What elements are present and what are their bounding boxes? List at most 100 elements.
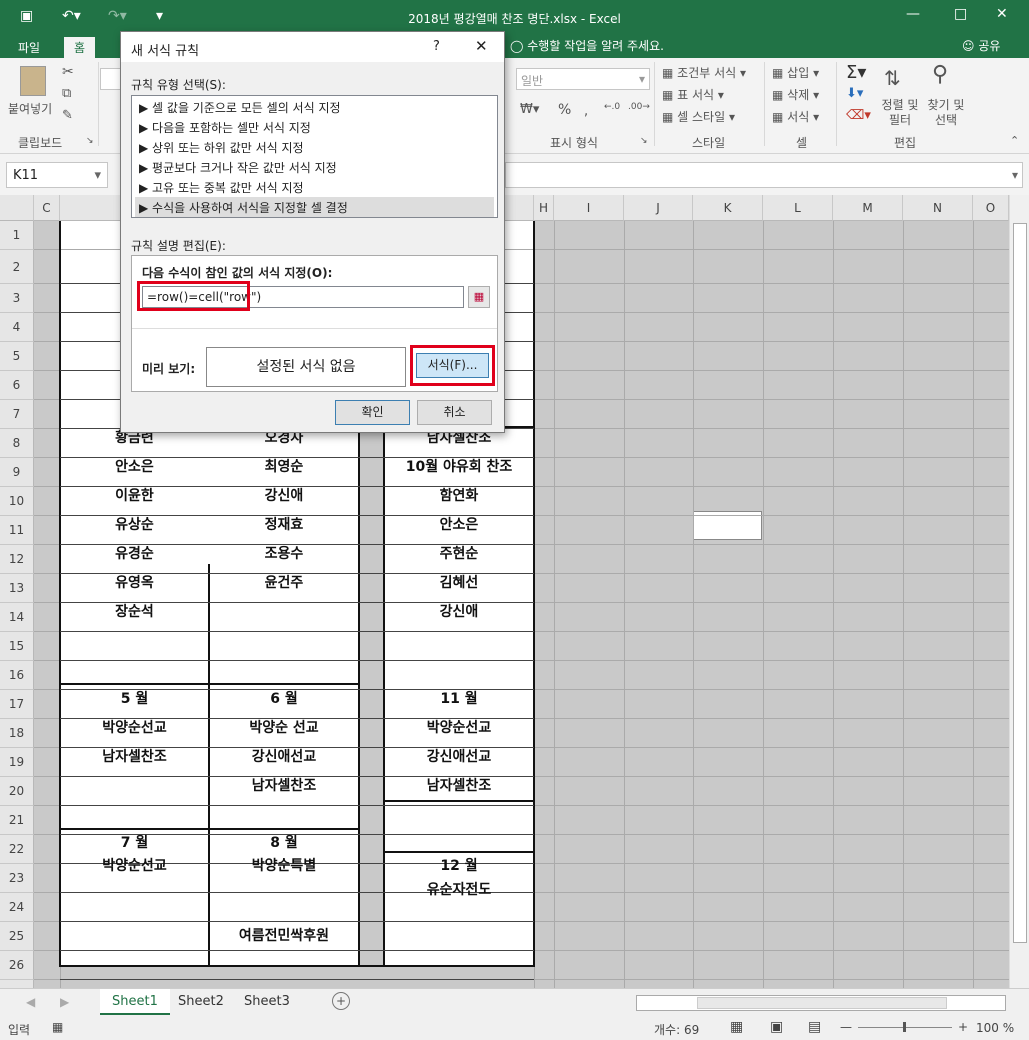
macro-record-icon[interactable]: ▦ bbox=[52, 1020, 63, 1034]
sheet-tab-sheet2[interactable]: Sheet2 bbox=[166, 989, 236, 1015]
cell-col3-r12[interactable]: 주현순 bbox=[384, 543, 534, 563]
rule-type-item[interactable]: ▶ 평균보다 크거나 작은 값만 서식 지정 bbox=[135, 157, 494, 177]
cell-col1-r14[interactable]: 장순석 bbox=[60, 601, 209, 621]
row-header[interactable]: 27 bbox=[0, 980, 34, 988]
rule-type-item[interactable]: ▶ 고유 또는 중복 값만 서식 지정 bbox=[135, 177, 494, 197]
row-header[interactable]: 9 bbox=[0, 458, 34, 487]
column-header[interactable]: L bbox=[763, 195, 833, 221]
font-name-combo[interactable] bbox=[100, 68, 122, 90]
cell-col2-r22[interactable]: 8 월 bbox=[209, 832, 359, 852]
row-header[interactable]: 7 bbox=[0, 400, 34, 429]
row-header[interactable]: 8 bbox=[0, 429, 34, 458]
percent-icon[interactable]: % bbox=[558, 102, 571, 118]
cell-col1-r22[interactable]: 7 월 bbox=[60, 832, 209, 852]
zoom-slider[interactable] bbox=[858, 1022, 952, 1032]
cell-col1-r10[interactable]: 이윤한 bbox=[60, 485, 209, 505]
row-header[interactable]: 3 bbox=[0, 284, 34, 313]
cell-col1-r19[interactable]: 남자셀찬조 bbox=[60, 746, 209, 766]
format-as-table-button[interactable]: ▦ 표 서식 ▾ bbox=[662, 86, 724, 103]
row-header[interactable]: 6 bbox=[0, 371, 34, 400]
row-header[interactable]: 19 bbox=[0, 748, 34, 777]
cell-col2-r9[interactable]: 최영순 bbox=[209, 456, 359, 476]
sort-filter-icon[interactable]: ⇅ bbox=[884, 66, 901, 90]
column-header[interactable]: J bbox=[624, 195, 693, 221]
cell-col1-r12[interactable]: 유경순 bbox=[60, 543, 209, 563]
find-icon[interactable]: ⚲ bbox=[932, 62, 948, 87]
comma-icon[interactable]: , bbox=[584, 104, 588, 119]
insert-button[interactable]: ▦ 삽입 ▾ bbox=[772, 64, 819, 81]
zoom-out-icon[interactable]: — bbox=[840, 1020, 852, 1034]
row-header[interactable]: 20 bbox=[0, 777, 34, 806]
cell-col3-r20[interactable]: 남자셀찬조 bbox=[384, 775, 534, 795]
paste-icon[interactable] bbox=[20, 66, 46, 96]
cell-col2-r19[interactable]: 강신애선교 bbox=[209, 746, 359, 766]
column-header[interactable]: I bbox=[554, 195, 624, 221]
column-header[interactable]: N bbox=[903, 195, 973, 221]
currency-icon[interactable]: ₩▾ bbox=[520, 102, 539, 117]
rule-type-item[interactable]: ▶ 다음을 포함하는 셀만 서식 지정 bbox=[135, 117, 494, 137]
select-all-corner[interactable] bbox=[0, 195, 34, 221]
cell-col2-r13[interactable]: 윤건주 bbox=[209, 572, 359, 592]
format-painter-icon[interactable]: ✎ bbox=[62, 108, 73, 123]
cell-col2-r17[interactable]: 6 월 bbox=[209, 688, 359, 708]
row-header[interactable]: 24 bbox=[0, 893, 34, 922]
fill-icon[interactable]: ⬇▾ bbox=[846, 86, 863, 101]
find-select-button[interactable]: 찾기 및 선택 bbox=[922, 98, 970, 128]
cell-col3-r14[interactable]: 강신애 bbox=[384, 601, 534, 621]
column-header[interactable]: C bbox=[34, 195, 60, 221]
row-header[interactable]: 14 bbox=[0, 603, 34, 632]
cell-col1-r11[interactable]: 유상순 bbox=[60, 514, 209, 534]
page-break-icon[interactable]: ▤ bbox=[808, 1019, 821, 1035]
row-header[interactable]: 18 bbox=[0, 719, 34, 748]
ok-button[interactable]: 확인 bbox=[335, 400, 410, 425]
cell-col3-r13[interactable]: 김혜선 bbox=[384, 572, 534, 592]
sheet-tab-sheet1[interactable]: Sheet1 bbox=[100, 989, 170, 1015]
column-header[interactable]: M bbox=[833, 195, 903, 221]
cell-col3-r24[interactable]: 유순자전도 bbox=[384, 879, 534, 899]
cell-col3-r19[interactable]: 강신애선교 bbox=[384, 746, 534, 766]
rule-type-list[interactable]: ▶ 셀 값을 기준으로 모든 셀의 서식 지정 ▶ 다음을 포함하는 셀만 서식… bbox=[131, 95, 498, 218]
cell-col2-r23[interactable]: 박양순특별 bbox=[209, 855, 359, 875]
cell-col1-r23[interactable]: 박양순선교 bbox=[60, 855, 209, 875]
row-header[interactable]: 16 bbox=[0, 661, 34, 690]
cell-col1-r17[interactable]: 5 월 bbox=[60, 688, 209, 708]
scroll-left-icon[interactable]: ◀ bbox=[26, 995, 35, 1009]
row-header[interactable]: 2 bbox=[0, 250, 34, 284]
copy-icon[interactable]: ⧉ bbox=[62, 86, 71, 101]
row-header[interactable]: 25 bbox=[0, 922, 34, 951]
tab-file[interactable]: 파일 bbox=[8, 37, 50, 58]
cell-col1-r18[interactable]: 박양순선교 bbox=[60, 717, 209, 737]
zoom-level[interactable]: 100 % bbox=[976, 1021, 1014, 1035]
cell-styles-button[interactable]: ▦ 셀 스타일 ▾ bbox=[662, 108, 735, 125]
cancel-button[interactable]: 취소 bbox=[417, 400, 492, 425]
format-button[interactable]: 서식(F)... bbox=[416, 353, 489, 378]
cell-col3-r9[interactable]: 10월 야유회 찬조 bbox=[384, 456, 534, 476]
conditional-format-button[interactable]: ▦ 조건부 서식 ▾ bbox=[662, 64, 746, 81]
column-header[interactable]: K bbox=[693, 195, 763, 221]
page-layout-icon[interactable]: ▣ bbox=[770, 1019, 783, 1035]
cell-col2-r10[interactable]: 강신애 bbox=[209, 485, 359, 505]
column-header[interactable]: H bbox=[534, 195, 554, 221]
increase-decimal-icon[interactable]: ←.0 bbox=[604, 102, 620, 112]
sort-filter-button[interactable]: 정렬 및 필터 bbox=[880, 98, 920, 128]
add-sheet-icon[interactable]: + bbox=[332, 992, 350, 1010]
paste-button[interactable]: 붙여넣기 bbox=[8, 100, 52, 117]
tab-home[interactable]: 홈 bbox=[64, 37, 96, 58]
zoom-in-icon[interactable]: + bbox=[958, 1020, 968, 1034]
number-format-combo[interactable]: 일반 ▾ bbox=[516, 68, 650, 90]
dialog-launcher-icon[interactable]: ↘ bbox=[86, 136, 94, 146]
scroll-right-icon[interactable]: ▶ bbox=[60, 995, 69, 1009]
rule-type-item[interactable]: ▶ 셀 값을 기준으로 모든 셀의 서식 지정 bbox=[135, 97, 494, 117]
cell-col3-r17[interactable]: 11 월 bbox=[384, 688, 534, 708]
sheet-tab-sheet3[interactable]: Sheet3 bbox=[232, 989, 302, 1015]
close-window-icon[interactable]: ✕ bbox=[996, 6, 1008, 22]
horizontal-scrollbar[interactable] bbox=[636, 995, 1006, 1011]
tell-me-box[interactable]: ◯ 수행할 작업을 알려 주세요. bbox=[510, 37, 664, 54]
number-dialog-launcher-icon[interactable]: ↘ bbox=[640, 136, 648, 146]
normal-view-icon[interactable]: ▦ bbox=[730, 1019, 743, 1035]
collapse-ribbon-icon[interactable]: ⌃ bbox=[1010, 134, 1019, 147]
zoom-slider-thumb[interactable] bbox=[903, 1022, 906, 1032]
cell-col2-r11[interactable]: 정재효 bbox=[209, 514, 359, 534]
format-cells-button[interactable]: ▦ 서식 ▾ bbox=[772, 108, 819, 125]
delete-button[interactable]: ▦ 삭제 ▾ bbox=[772, 86, 819, 103]
